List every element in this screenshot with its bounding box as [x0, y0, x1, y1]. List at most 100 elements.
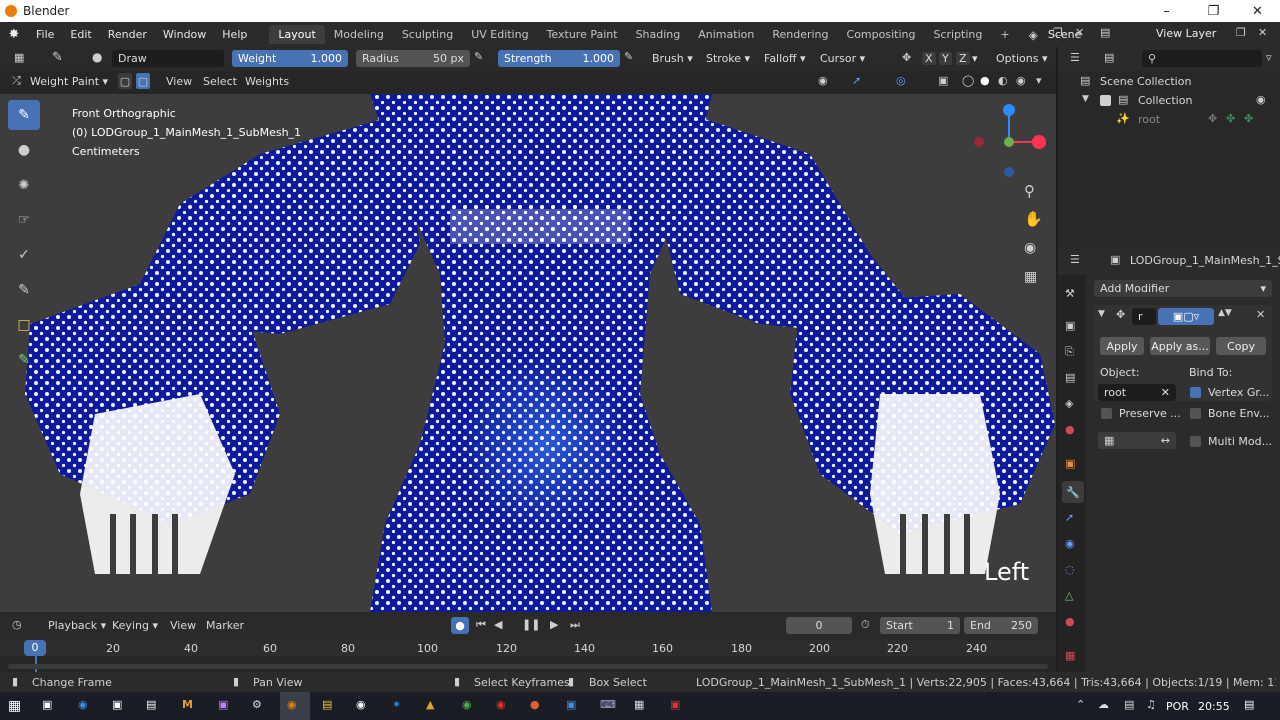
maximize-button[interactable]: ❐ — [1191, 0, 1236, 22]
editor-type-icon[interactable]: ▦ — [14, 51, 24, 64]
pan-hand-icon[interactable]: ✋ — [1024, 210, 1043, 228]
tab-compositing[interactable]: Compositing — [838, 25, 925, 44]
video-editor-icon[interactable]: ▦ — [634, 698, 644, 711]
modifier-tab-icon[interactable]: 🔧 — [1062, 481, 1084, 503]
axis-navigation-gizmo[interactable] — [965, 100, 1055, 190]
annotate-tool-button[interactable]: ✎ — [8, 345, 40, 375]
scene-copy-icon[interactable]: ❐ — [1053, 26, 1063, 39]
3d-viewport[interactable]: ✎ ● ✺ ☞ ✓ ✎ □ ✎ Front Orthographic (0) L… — [0, 94, 1056, 612]
box-select-button[interactable]: □ — [8, 310, 40, 340]
tab-rendering[interactable]: Rendering — [763, 25, 837, 44]
app-icon-2[interactable]: ◉ — [356, 698, 366, 711]
blender-menu-icon[interactable]: ✸ — [0, 27, 28, 42]
preserve-volume-checkbox[interactable] — [1101, 408, 1112, 419]
view-layer-delete-icon[interactable]: ✕ — [1258, 26, 1267, 39]
app-icon-1[interactable]: ▤ — [146, 698, 156, 711]
world-tab-icon[interactable]: ● — [1065, 423, 1075, 436]
tab-layout[interactable]: Layout — [269, 25, 325, 44]
strength-slider[interactable]: Strength 1.000 — [498, 50, 620, 67]
network-icon[interactable]: ▤ — [1124, 698, 1134, 711]
copy-button[interactable]: Copy — [1216, 337, 1266, 355]
options-menu[interactable]: Options ▾ — [996, 52, 1047, 65]
draw-tool-button[interactable]: ✎ — [8, 100, 40, 130]
modifier-name-input[interactable]: r — [1132, 308, 1156, 325]
filter-icon[interactable]: ▿ — [1266, 51, 1272, 64]
menu-file[interactable]: File — [28, 28, 62, 41]
tab-uv-editing[interactable]: UV Editing — [462, 25, 537, 44]
view-layer-tab-icon[interactable]: ▤ — [1065, 371, 1075, 384]
constraints-tab-icon[interactable]: ◌ — [1065, 563, 1075, 576]
keying-menu[interactable]: Keying ▾ — [112, 619, 158, 632]
marker-menu[interactable]: Marker — [206, 619, 244, 632]
browser-edge-icon[interactable]: ◉ — [78, 698, 88, 711]
multi-modifier-checkbox[interactable] — [1190, 436, 1201, 447]
cloud-icon[interactable]: ☁ — [1098, 698, 1109, 711]
menu-help[interactable]: Help — [214, 28, 255, 41]
brush-icon[interactable]: ✎ — [52, 50, 63, 65]
tab-texture-paint[interactable]: Texture Paint — [538, 25, 627, 44]
stroke-menu[interactable]: Stroke ▾ — [706, 52, 750, 65]
mirror-options-dropdown[interactable]: ▾ — [972, 52, 978, 65]
object-selector-field[interactable]: root ✕ — [1098, 384, 1176, 401]
zoom-icon[interactable]: ⚲ — [1024, 182, 1035, 200]
close-button[interactable]: ✕ — [1235, 0, 1280, 22]
auto-keying-icon[interactable]: ● — [451, 617, 469, 634]
chrome-icon[interactable]: ◉ — [462, 698, 472, 711]
playback-menu[interactable]: Playback ▾ — [48, 619, 106, 632]
outliner-editor-icon[interactable]: ☰ — [1070, 51, 1080, 64]
tab-shading[interactable]: Shading — [627, 25, 690, 44]
physics-tab-icon[interactable]: ◉ — [1065, 537, 1075, 550]
apply-button[interactable]: Apply — [1100, 337, 1144, 355]
add-workspace-button[interactable]: + — [991, 25, 1018, 44]
visibility-eye-icon[interactable]: ◉ — [1256, 93, 1266, 106]
bone-envelopes-checkbox[interactable] — [1190, 408, 1201, 419]
material-shading-icon[interactable]: ◐ — [998, 74, 1008, 87]
clear-field-icon[interactable]: ✕ — [1161, 386, 1170, 399]
minimize-button[interactable]: – — [1144, 0, 1189, 22]
scene-tab-icon[interactable]: ◈ — [1065, 397, 1073, 410]
invert-icon[interactable]: ↔ — [1161, 434, 1170, 447]
average-tool-button[interactable]: ✺ — [8, 170, 40, 200]
camera-view-icon[interactable]: ◉ — [1024, 240, 1036, 256]
tool-tab-icon[interactable]: ⚒ — [1065, 287, 1075, 300]
xray-icon[interactable]: ▣ — [938, 74, 948, 87]
volume-icon[interactable]: ♫ — [1146, 698, 1156, 711]
menu-render[interactable]: Render — [100, 28, 155, 41]
viewport-select-menu[interactable]: Select — [203, 75, 237, 88]
keyboard-icon[interactable]: ⌨ — [600, 698, 616, 711]
root-object-label[interactable]: root — [1138, 113, 1160, 126]
vertex-groups-checkbox[interactable] — [1190, 387, 1201, 398]
tray-chevron-icon[interactable]: ⌃ — [1076, 698, 1085, 711]
stopwatch-icon[interactable]: ⏱ — [861, 618, 870, 632]
app-icon-5[interactable]: ◉ — [496, 698, 506, 711]
app-icon-4[interactable]: ▲ — [426, 698, 434, 711]
app-icon-7[interactable]: ▣ — [670, 698, 680, 711]
sample-weight-button[interactable]: ✓ — [8, 240, 40, 270]
pause-icon[interactable]: ❚❚ — [522, 618, 540, 631]
material-tab-icon[interactable]: ● — [1065, 615, 1075, 628]
photoshop-icon[interactable]: ▣ — [566, 698, 576, 711]
blur-tool-button[interactable]: ● — [8, 135, 40, 165]
visibility-icon[interactable]: ◉ — [818, 74, 828, 87]
clock[interactable]: 20:55 — [1198, 700, 1230, 713]
tab-animation[interactable]: Animation — [689, 25, 763, 44]
menu-window[interactable]: Window — [155, 28, 214, 41]
tab-sculpting[interactable]: Sculpting — [393, 25, 462, 44]
next-keyframe-icon[interactable]: ▶ — [550, 618, 558, 631]
add-modifier-dropdown[interactable]: Add Modifier ▾ — [1094, 280, 1272, 297]
remove-modifier-icon[interactable]: ✕ — [1256, 308, 1265, 321]
shading-options-dropdown[interactable]: ▾ — [1036, 74, 1042, 87]
radius-pressure-icon[interactable]: ✎ — [474, 50, 483, 63]
falloff-menu[interactable]: Falloff ▾ — [764, 52, 806, 65]
gradient-tool-button[interactable]: ✎ — [8, 275, 40, 305]
viewport-weights-menu[interactable]: Weights — [245, 75, 289, 88]
end-frame-field[interactable]: End 250 — [964, 617, 1038, 634]
gizmo-icon[interactable]: ➚ — [852, 74, 861, 87]
mode-selector[interactable]: Weight Paint ▾ — [30, 75, 108, 88]
wireframe-shading-icon[interactable]: ◯ — [962, 74, 974, 87]
view-layer-icon[interactable]: ▤ — [1100, 26, 1110, 39]
face-mask-icon[interactable]: ▢ — [118, 73, 132, 89]
scene-delete-icon[interactable]: ✕ — [1075, 26, 1084, 39]
display-mode-icon[interactable]: ▤ — [1104, 51, 1114, 64]
mesh-data-tab-icon[interactable]: △ — [1065, 589, 1073, 602]
